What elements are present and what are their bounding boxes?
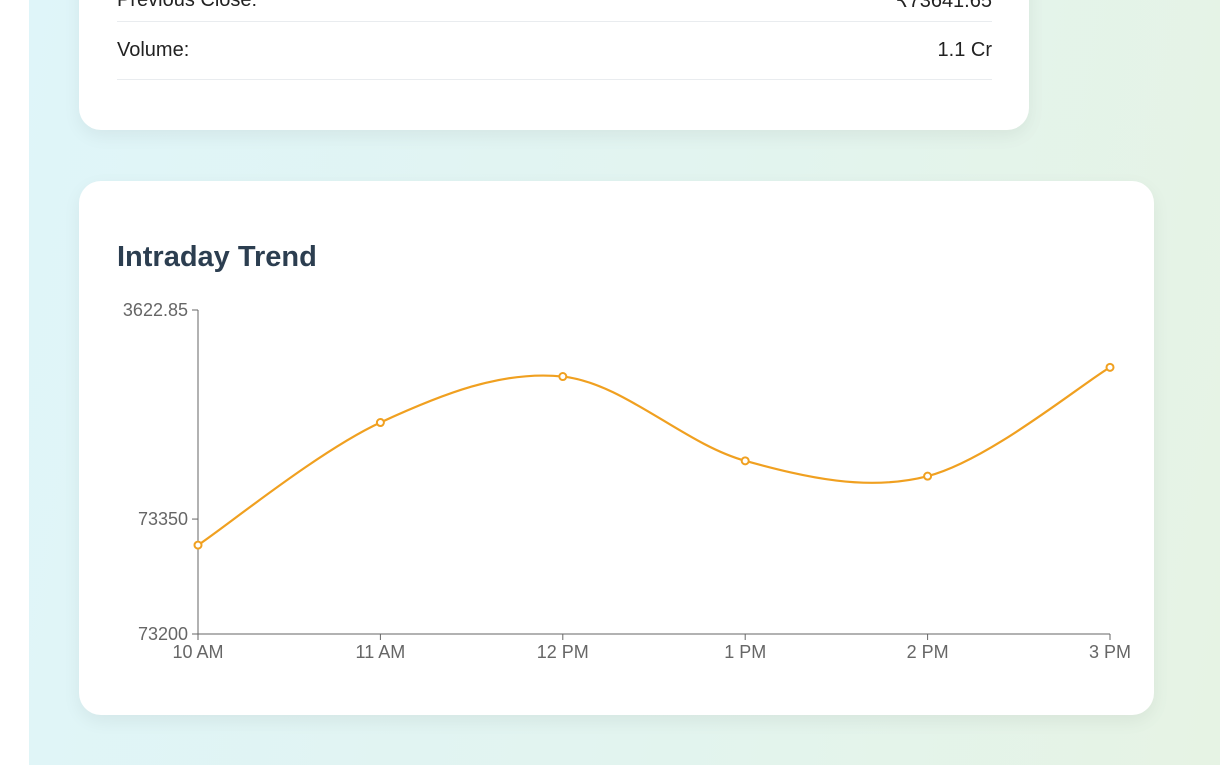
stock-details-card: Previous Close: ₹73641.65 Volume: 1.1 Cr [79, 0, 1029, 130]
chart-title: Intraday Trend [117, 241, 317, 273]
previous-close-row: Previous Close: ₹73641.65 [117, 0, 992, 22]
volume-label: Volume: [117, 39, 190, 61]
previous-close-value: ₹73641.65 [895, 0, 992, 12]
previous-close-label: Previous Close: [117, 0, 258, 11]
volume-value: 1.1 Cr [937, 39, 992, 61]
intraday-trend-card: Intraday Trend [79, 181, 1154, 715]
volume-row: Volume: 1.1 Cr [117, 22, 992, 80]
